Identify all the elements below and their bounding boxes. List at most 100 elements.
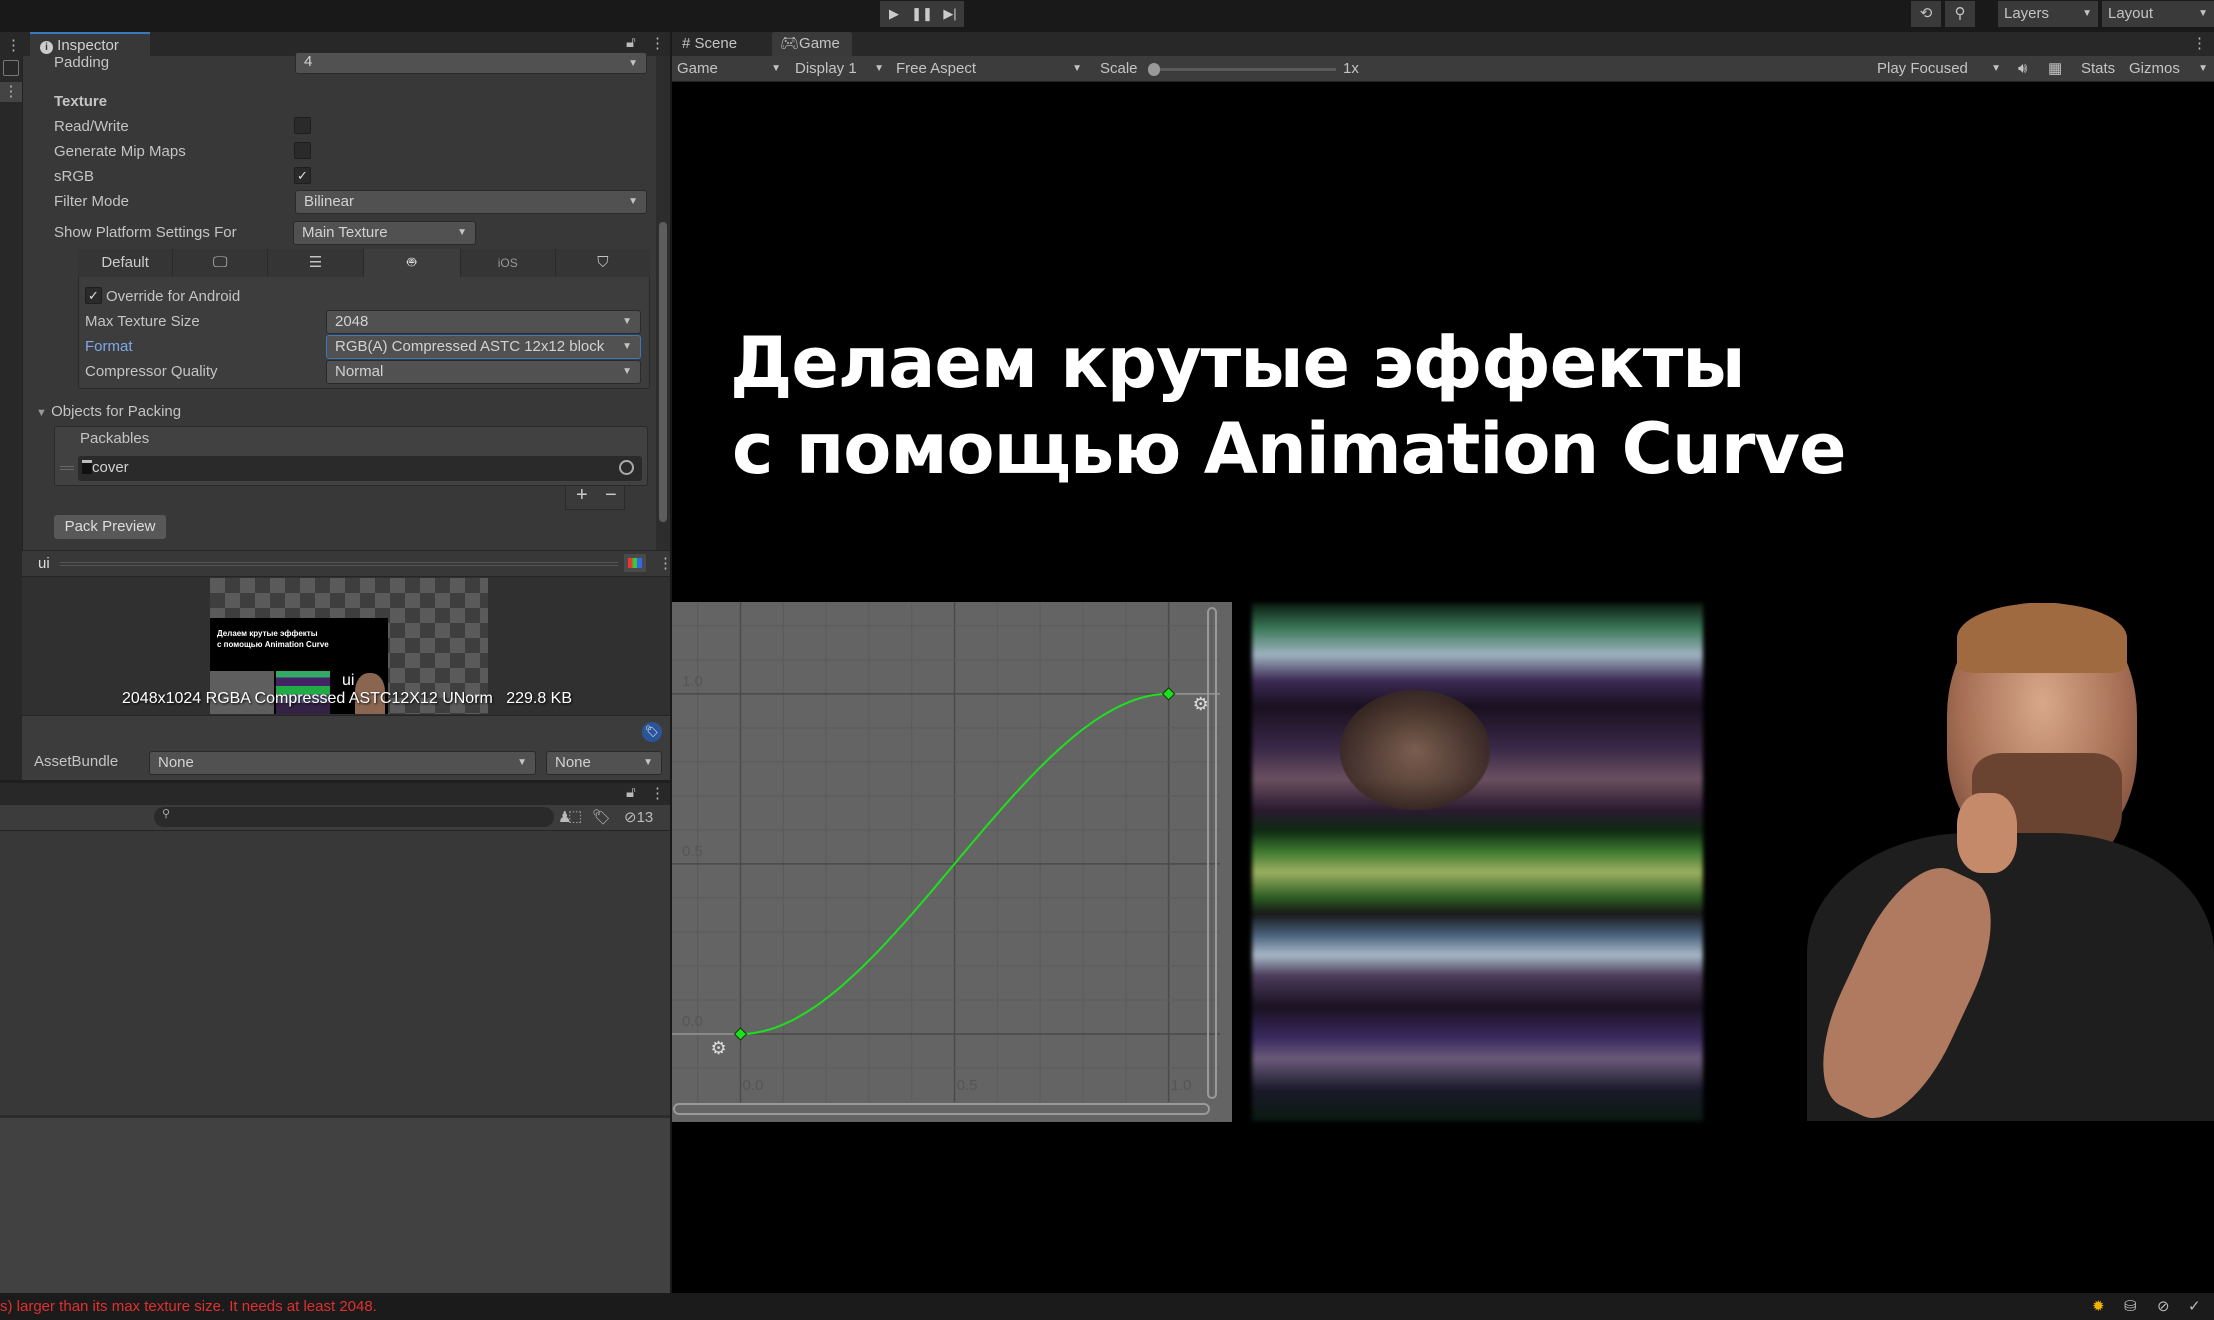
gizmos-dropdown[interactable]: Gizmos xyxy=(2129,56,2214,82)
search-icon: ⚲ xyxy=(162,808,171,820)
rgb-channel-button[interactable] xyxy=(624,554,646,572)
play-icon: ▶ xyxy=(889,6,899,21)
mute-audio-button[interactable]: 🔊︎ xyxy=(2018,56,2027,82)
asset-label-button[interactable]: 🏷︎ xyxy=(642,722,662,742)
tab-android[interactable]: 🤖︎ xyxy=(363,249,460,277)
thumb-title-1: Делаем крутые эффекты xyxy=(217,629,318,638)
preview-info: 2048x1024 RGBA Compressed ASTC12X12 UNor… xyxy=(122,690,573,707)
y-tick-label: 0.0 xyxy=(682,1013,703,1030)
progress-check-icon[interactable]: ✓ xyxy=(2188,1297,2201,1315)
assetbundle-variant-dropdown[interactable]: None xyxy=(546,751,662,775)
read-write-checkbox[interactable] xyxy=(294,117,311,134)
pause-icon: ❚❚ xyxy=(911,6,933,21)
tab-game[interactable]: 🎮︎Game xyxy=(772,32,852,56)
padding-label: Padding xyxy=(54,54,110,71)
drag-handle-icon[interactable] xyxy=(60,466,74,470)
inspector-scrollbar[interactable] xyxy=(656,56,670,550)
max-size-dropdown[interactable]: 2048 xyxy=(326,310,641,334)
tab-webgl[interactable]: ⛉ xyxy=(555,249,650,277)
tab-scene[interactable]: # Scene xyxy=(682,31,737,57)
step-icon: ▶| xyxy=(943,6,957,21)
pause-button[interactable]: ❚❚ xyxy=(908,1,936,27)
scale-label: Scale xyxy=(1100,60,1138,77)
tag-icon: 🏷︎ xyxy=(645,726,659,738)
texture-icon xyxy=(82,460,92,474)
format-dropdown[interactable]: RGB(A) Compressed ASTC 12x12 block xyxy=(326,335,641,359)
chart-background xyxy=(672,602,1232,1122)
objects-foldout[interactable]: ▼ Objects for Packing xyxy=(36,403,181,420)
add-button[interactable]: + xyxy=(576,484,588,507)
display-dropdown[interactable]: Display 1 xyxy=(795,56,890,82)
preview-menu-icon[interactable]: ⋮ xyxy=(658,554,673,572)
filter-mode-dropdown[interactable]: Bilinear xyxy=(295,190,647,214)
tab-inspector[interactable]: i Inspector xyxy=(30,32,150,56)
html5-icon: ⛉ xyxy=(597,254,609,271)
thumb-title-2: с помощью Animation Curve xyxy=(217,640,329,649)
cache-server-icon[interactable]: ⛁ xyxy=(2124,1297,2137,1315)
inspector-menu-icon[interactable]: ⋮ xyxy=(650,34,665,52)
remove-button[interactable]: − xyxy=(605,484,617,507)
layout-dropdown[interactable]: Layout xyxy=(2102,1,2214,27)
strip-maximize-icon[interactable] xyxy=(3,60,19,76)
search-icon: ⚲ xyxy=(1954,5,1966,22)
preview-drag-bar[interactable] xyxy=(60,562,618,566)
check-icon: ✓ xyxy=(297,168,308,183)
pack-preview-button[interactable]: Pack Preview xyxy=(54,515,166,539)
srgb-label: sRGB xyxy=(54,168,95,185)
bug-icon[interactable]: ✹ xyxy=(2092,1297,2105,1315)
search-label-button[interactable]: 🏷︎ xyxy=(592,808,611,826)
strip-menu-icon-2[interactable]: ⋮ xyxy=(0,82,22,102)
override-checkbox[interactable]: ✓ xyxy=(85,287,102,304)
play-focused-dropdown[interactable]: Play Focused xyxy=(1877,56,2007,82)
srgb-checkbox[interactable]: ✓ xyxy=(294,167,311,184)
assetbundle-label: AssetBundle xyxy=(34,753,119,770)
project-menu-icon[interactable]: ⋮ xyxy=(650,784,665,802)
project-search-input[interactable]: ⚲ xyxy=(154,807,554,827)
game-mode-dropdown[interactable]: Game xyxy=(677,56,787,82)
history-button[interactable]: ⟲ xyxy=(1911,1,1941,27)
hidden-packages-button[interactable]: ⊘13 xyxy=(624,808,653,826)
y-tick-label: 1.0 xyxy=(682,673,703,690)
platform-tabs: Default 🖵︎ ☰ 🤖︎ iOS ⛉ xyxy=(78,249,650,277)
android-icon: 🤖︎ xyxy=(407,254,417,271)
network-icon[interactable]: ⊘ xyxy=(2157,1297,2170,1315)
lock-icon[interactable]: 🔓︎ xyxy=(626,34,636,51)
game-menu-icon[interactable]: ⋮ xyxy=(2192,34,2207,52)
platform-settings-dropdown[interactable]: Main Texture xyxy=(293,221,476,245)
packable-object-field[interactable]: cover xyxy=(78,456,642,481)
object-picker-icon[interactable] xyxy=(619,460,634,475)
gamepad-icon: 🎮︎ xyxy=(780,35,800,52)
tab-server[interactable]: ☰ xyxy=(268,249,364,277)
status-error-message[interactable]: s) larger than its max texture size. It … xyxy=(0,1298,377,1315)
scale-value: 1x xyxy=(1343,60,1359,77)
project-lock-icon[interactable]: 🔓︎ xyxy=(626,784,636,801)
stats-button[interactable]: Stats xyxy=(2081,56,2115,82)
video-title-line2: с помощью Animation Curve xyxy=(732,408,1846,490)
play-button[interactable]: ▶ xyxy=(880,1,908,27)
assetbundle-dropdown[interactable]: None xyxy=(149,751,536,775)
aspect-dropdown[interactable]: Free Aspect xyxy=(896,56,1088,82)
quality-dropdown[interactable]: Normal xyxy=(326,360,641,384)
scale-slider-thumb[interactable] xyxy=(1148,63,1160,76)
tab-standalone[interactable]: 🖵︎ xyxy=(173,249,269,277)
quality-label: Compressor Quality xyxy=(85,363,218,380)
packables-header: Packables xyxy=(80,430,150,447)
gear-icon: ⚙ xyxy=(1193,694,1209,714)
search-button[interactable]: ⚲ xyxy=(1945,1,1975,27)
x-tick-label: 0.0 xyxy=(743,1077,764,1094)
tab-default[interactable]: Default xyxy=(78,249,174,277)
scale-slider[interactable] xyxy=(1148,63,1336,76)
grid-button[interactable]: ▦ xyxy=(2048,56,2062,82)
search-type-button[interactable]: ♟ xyxy=(558,808,571,826)
layers-dropdown[interactable]: Layers xyxy=(1998,1,2098,27)
animation-curve-chart: 0.0 0.5 1.0 0.0 0.5 1.0 ⚙ ⚙ xyxy=(672,602,1232,1122)
project-lower-area xyxy=(0,1115,670,1293)
tab-ios[interactable]: iOS xyxy=(459,249,556,277)
padding-dropdown[interactable]: 4 xyxy=(295,52,647,74)
game-tabbar xyxy=(670,32,2214,56)
strip-menu-icon[interactable]: ⋮ xyxy=(6,36,21,54)
x-tick-label: 1.0 xyxy=(1171,1077,1192,1094)
step-button[interactable]: ▶| xyxy=(936,1,964,27)
grid-icon: # xyxy=(682,35,691,52)
mipmaps-checkbox[interactable] xyxy=(294,142,311,159)
